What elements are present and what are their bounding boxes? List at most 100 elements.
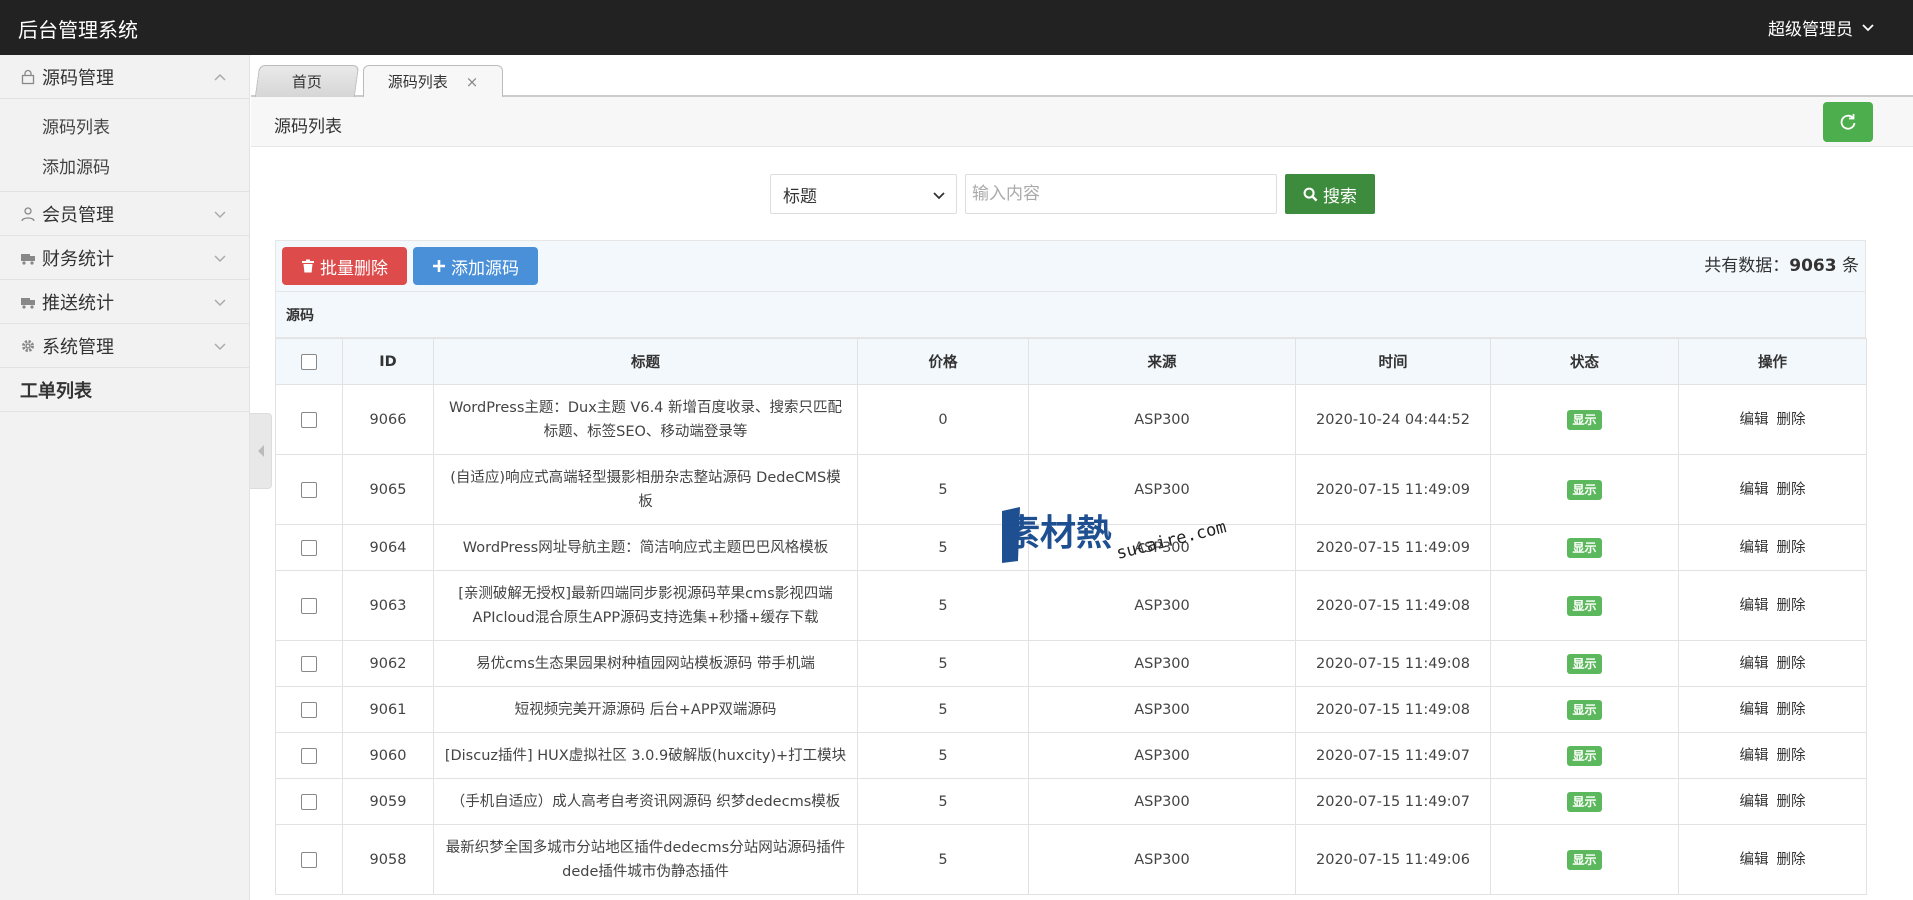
search-field-select[interactable]: 标题 — [770, 174, 957, 214]
select-all-checkbox[interactable] — [301, 353, 317, 370]
delete-link[interactable]: 删除 — [1777, 598, 1806, 614]
row-select-cell — [275, 640, 343, 687]
table-row: 9061 短视频完美开源源码 后台+APP双端源码 5 ASP300 2020-07-1… — [275, 686, 1867, 733]
source-table-panel: 源码 ID 标题 价格 来源 时间 状态 操作 9066 WordPress主题：… — [275, 292, 1867, 895]
status-badge[interactable]: 显示 — [1567, 849, 1602, 870]
row-select-cell — [275, 570, 343, 641]
sidebar-collapse-toggle[interactable] — [250, 413, 272, 489]
select-all-cell — [275, 338, 343, 385]
column-header-title[interactable]: 标题 — [433, 338, 858, 385]
cell-title: 易优cms生态果园果树种植园网站模板源码 带手机端 — [433, 640, 858, 687]
status-badge[interactable]: 显示 — [1567, 791, 1602, 812]
table-row: 9062 易优cms生态果园果树种植园网站模板源码 带手机端 5 ASP300 2020… — [275, 640, 1867, 687]
edit-link[interactable]: 编辑 — [1740, 852, 1769, 868]
row-checkbox[interactable] — [301, 655, 317, 672]
row-select-cell — [275, 384, 343, 455]
cell-id: 9060 — [342, 732, 434, 779]
delete-link[interactable]: 删除 — [1777, 794, 1806, 810]
column-header-source[interactable]: 来源 — [1028, 338, 1296, 385]
search-button[interactable]: 搜索 — [1285, 174, 1375, 214]
sidebar-item-source-list[interactable]: 源码列表 — [0, 105, 249, 145]
user-name: 超级管理员 — [1768, 20, 1853, 40]
sidebar-group-system[interactable]: 系统管理 — [0, 324, 249, 368]
cell-status: 显示 — [1490, 570, 1679, 641]
edit-link[interactable]: 编辑 — [1740, 540, 1769, 556]
cell-source: ASP300 — [1028, 570, 1296, 641]
search-input[interactable] — [965, 174, 1277, 214]
truck-icon — [20, 294, 36, 310]
row-checkbox[interactable] — [301, 597, 317, 614]
sidebar-item-tickets[interactable]: 工单列表 — [0, 368, 249, 412]
edit-link[interactable]: 编辑 — [1740, 794, 1769, 810]
column-header-id[interactable]: ID — [342, 338, 434, 385]
delete-link[interactable]: 删除 — [1777, 482, 1806, 498]
add-source-button[interactable]: 添加源码 — [413, 247, 538, 285]
delete-link[interactable]: 删除 — [1777, 656, 1806, 672]
column-header-status[interactable]: 状态 — [1490, 338, 1679, 385]
row-checkbox[interactable] — [301, 411, 317, 428]
cell-title: [Discuz插件] HUX虚拟社区 3.0.9破解版(huxcity)+打工模… — [433, 732, 858, 779]
cell-status: 显示 — [1490, 454, 1679, 525]
cell-title: (自适应)响应式高端轻型摄影相册杂志整站源码 DedeCMS模板 — [433, 454, 858, 525]
row-checkbox[interactable] — [301, 793, 317, 810]
gear-icon — [20, 338, 36, 354]
tab-bar: 首页 源码列表 × — [251, 55, 1913, 97]
edit-link[interactable]: 编辑 — [1740, 412, 1769, 428]
sidebar-group-members[interactable]: 会员管理 — [0, 192, 249, 236]
table-row: 9063 [亲测破解无授权]最新四端同步影视源码苹果cms影视四端APIcloud… — [275, 570, 1867, 641]
status-badge[interactable]: 显示 — [1567, 595, 1602, 616]
sidebar-group-push[interactable]: 推送统计 — [0, 280, 249, 324]
cell-time: 2020-07-15 11:49:08 — [1295, 640, 1491, 687]
source-table: ID 标题 价格 来源 时间 状态 操作 9066 WordPress主题：Dux… — [275, 338, 1867, 895]
cell-id: 9058 — [342, 824, 434, 895]
search-button-label: 搜索 — [1323, 186, 1357, 207]
row-checkbox[interactable] — [301, 539, 317, 556]
tab-home[interactable]: 首页 — [254, 65, 360, 97]
top-bar: 后台管理系统 超级管理员 — [0, 0, 1913, 55]
column-header-price[interactable]: 价格 — [857, 338, 1029, 385]
sidebar-group-source[interactable]: 源码管理 — [0, 55, 249, 99]
cell-source: ASP300 — [1028, 732, 1296, 779]
total-label: 共有数据： — [1704, 256, 1790, 276]
row-checkbox[interactable] — [301, 701, 317, 718]
row-checkbox[interactable] — [301, 747, 317, 764]
status-badge[interactable]: 显示 — [1567, 745, 1602, 766]
table-row: 9066 WordPress主题：Dux主题 V6.4 新增百度收录、搜索只匹配标… — [275, 384, 1867, 455]
cell-source: ASP300 — [1028, 384, 1296, 455]
delete-link[interactable]: 删除 — [1777, 852, 1806, 868]
cell-status: 显示 — [1490, 686, 1679, 733]
status-badge[interactable]: 显示 — [1567, 409, 1602, 430]
sidebar-group-finance[interactable]: 财务统计 — [0, 236, 249, 280]
delete-link[interactable]: 删除 — [1777, 412, 1806, 428]
edit-link[interactable]: 编辑 — [1740, 598, 1769, 614]
table-row: 9058 最新织梦全国多城市分站地区插件dedecms分站网站源码插件dede插件… — [275, 824, 1867, 895]
chevron-up-icon — [214, 73, 226, 81]
status-badge[interactable]: 显示 — [1567, 537, 1602, 558]
edit-link[interactable]: 编辑 — [1740, 748, 1769, 764]
truck-icon — [20, 250, 36, 266]
edit-link[interactable]: 编辑 — [1740, 482, 1769, 498]
cell-source: ASP300 — [1028, 454, 1296, 525]
tab-source-list[interactable]: 源码列表 × — [363, 65, 503, 97]
status-badge[interactable]: 显示 — [1567, 653, 1602, 674]
edit-link[interactable]: 编辑 — [1740, 656, 1769, 672]
user-menu[interactable]: 超级管理员 — [1768, 15, 1875, 40]
delete-link[interactable]: 删除 — [1777, 748, 1806, 764]
row-checkbox[interactable] — [301, 481, 317, 498]
status-badge[interactable]: 显示 — [1567, 699, 1602, 720]
column-header-time[interactable]: 时间 — [1295, 338, 1491, 385]
batch-delete-button[interactable]: 批量删除 — [282, 247, 407, 285]
delete-link[interactable]: 删除 — [1777, 702, 1806, 718]
cell-id: 9066 — [342, 384, 434, 455]
edit-link[interactable]: 编辑 — [1740, 702, 1769, 718]
sidebar-item-add-source[interactable]: 添加源码 — [0, 145, 249, 185]
tab-home-label: 首页 — [291, 73, 322, 91]
cell-id: 9059 — [342, 778, 434, 825]
refresh-button[interactable] — [1823, 102, 1873, 142]
row-checkbox[interactable] — [301, 851, 317, 868]
status-badge[interactable]: 显示 — [1567, 479, 1602, 500]
delete-link[interactable]: 删除 — [1777, 540, 1806, 556]
cell-source: ASP300 — [1028, 524, 1296, 571]
list-toolbar: 批量删除 添加源码 共有数据：9063 条 — [275, 240, 1866, 292]
close-icon[interactable]: × — [466, 73, 479, 91]
